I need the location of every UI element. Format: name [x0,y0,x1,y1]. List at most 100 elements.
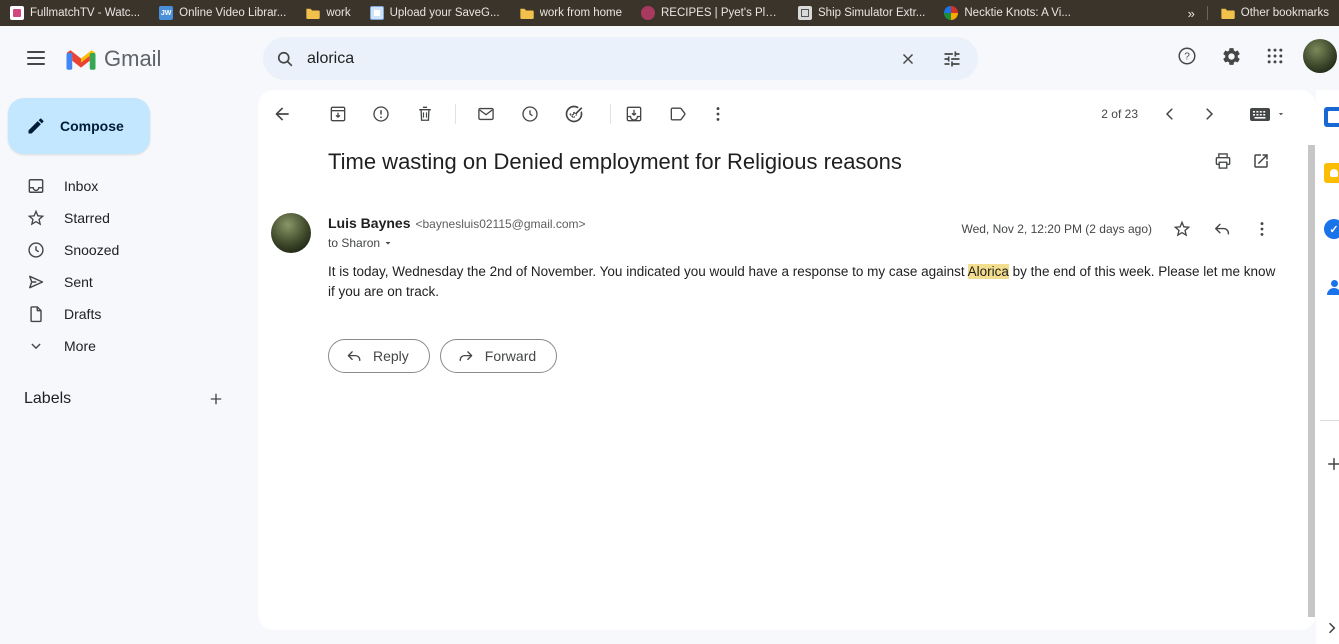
pagination-count: 2 of 23 [1101,90,1138,138]
forward-label: Forward [485,348,536,364]
back-icon[interactable] [262,94,302,134]
sidebar-item-snoozed[interactable]: Snoozed [0,234,250,266]
jw-favicon: JW [159,6,173,20]
gmail-logo[interactable]: Gmail [66,46,161,72]
message-more-icon[interactable] [1242,209,1282,249]
caret-down-icon [382,237,394,249]
site-favicon [798,6,812,20]
bookmark-item[interactable]: FullmatchTV - Watc... [10,6,140,20]
help-icon[interactable]: ? [1165,34,1209,78]
older-email-chevron-icon[interactable] [1197,102,1221,126]
delete-icon[interactable] [405,94,445,134]
reply-button[interactable]: Reply [328,339,430,373]
other-bookmarks[interactable]: Other bookmarks [1220,7,1329,20]
svg-text:?: ? [1184,52,1190,63]
sidebar-nav: Inbox Starred Snoozed Sent Drafts More [0,170,250,362]
snooze-icon[interactable] [510,94,550,134]
scrollbar[interactable] [1308,145,1315,617]
sidebar-item-more[interactable]: More [0,330,250,362]
tasks-icon[interactable]: ✓ [1324,219,1339,239]
gmail-logo-text: Gmail [104,46,161,72]
labels-section: Labels [0,383,250,415]
gmail-window: FullmatchTV - Watc... JW Online Video Li… [0,0,1339,644]
compose-label: Compose [60,118,124,134]
search-icon[interactable] [263,37,307,80]
collapse-panel-chevron-icon[interactable] [1320,616,1339,640]
sidebar-item-drafts[interactable]: Drafts [0,298,250,330]
mark-unread-icon[interactable] [466,94,506,134]
send-icon [26,272,46,292]
move-to-icon[interactable] [614,94,654,134]
open-in-new-icon[interactable] [1246,146,1276,176]
reply-label: Reply [373,348,409,364]
email-body: It is today, Wednesday the 2nd of Novemb… [328,262,1276,302]
bookmarks-overflow-chevron[interactable]: » [1188,6,1195,21]
sender-name: Luis Baynes [328,215,410,231]
search-input[interactable] [307,50,886,68]
recipient-label: to Sharon [328,236,380,250]
input-tools-keyboard-icon[interactable] [1248,102,1286,126]
bookmark-folder[interactable]: work from home [519,7,622,20]
body-text-segment: It is today, Wednesday the 2nd of Novemb… [328,264,968,279]
menu-icon[interactable] [12,34,60,82]
star-icon [26,208,46,228]
sidebar-item-label: Inbox [64,178,98,194]
sender-email: <baynesluis02115@gmail.com> [415,217,585,231]
sidebar-item-inbox[interactable]: Inbox [0,170,250,202]
bookmark-label: Upload your SaveG... [390,7,500,19]
folder-icon [1220,7,1235,20]
folder-icon [519,7,534,20]
toolbar-separator [455,104,456,124]
star-message-icon[interactable] [1162,209,1202,249]
settings-gear-icon[interactable] [1209,34,1253,78]
keep-icon[interactable] [1324,163,1339,183]
bookmark-item[interactable]: Ship Simulator Extr... [798,6,925,20]
clear-search-icon[interactable] [886,37,930,80]
forward-arrow-icon [457,347,475,365]
reply-icon[interactable] [1202,209,1242,249]
site-favicon [10,6,24,20]
bookmark-item[interactable]: Necktie Knots: A Vi... [944,6,1071,20]
label-icon[interactable] [658,94,698,134]
gmail-header: Gmail ? [0,26,1339,90]
sender-avatar[interactable] [271,213,311,253]
newer-email-chevron-icon[interactable] [1158,102,1182,126]
google-apps-grid-icon[interactable] [1253,34,1297,78]
recipient-dropdown[interactable]: to Sharon [328,236,394,250]
report-spam-icon[interactable] [361,94,401,134]
pencil-icon [26,116,46,136]
bookmark-item[interactable]: JW Online Video Librar... [159,6,286,20]
clock-icon [26,240,46,260]
more-options-icon[interactable] [698,94,738,134]
sidebar-item-starred[interactable]: Starred [0,202,250,234]
search-highlight: Alorica [968,264,1009,279]
get-addons-plus-icon[interactable] [1322,452,1339,476]
contacts-icon[interactable] [1324,275,1339,295]
archive-icon[interactable] [318,94,358,134]
add-task-icon[interactable] [554,94,594,134]
sidebar-item-label: Snoozed [64,242,119,258]
email-subject: Time wasting on Denied employment for Re… [328,146,902,178]
toolbar-separator [610,104,611,124]
bookmarks-bar: FullmatchTV - Watc... JW Online Video Li… [0,0,1339,26]
search-options-tune-icon[interactable] [930,37,974,80]
reply-arrow-icon [345,347,363,365]
create-label-plus-icon[interactable] [202,385,230,413]
gmail-logo-icon [66,48,96,71]
bookmark-label: Ship Simulator Extr... [818,7,925,19]
bookmark-item[interactable]: Upload your SaveG... [370,6,500,20]
sidebar-item-label: Starred [64,210,110,226]
sidebar-item-sent[interactable]: Sent [0,266,250,298]
compose-button[interactable]: Compose [8,98,150,154]
email-date: Wed, Nov 2, 12:20 PM (2 days ago) [961,222,1152,236]
print-icon[interactable] [1208,146,1238,176]
account-avatar[interactable] [1303,39,1337,73]
bookmark-label: Other bookmarks [1241,7,1329,19]
bookmark-item[interactable]: RECIPES | Pyet's Plate [641,6,779,20]
caret-down-icon [1276,109,1286,119]
bookmark-folder[interactable]: work [305,7,350,20]
folder-icon [305,7,320,20]
search-bar [263,37,978,80]
forward-button[interactable]: Forward [440,339,557,373]
calendar-icon[interactable] [1324,107,1339,127]
